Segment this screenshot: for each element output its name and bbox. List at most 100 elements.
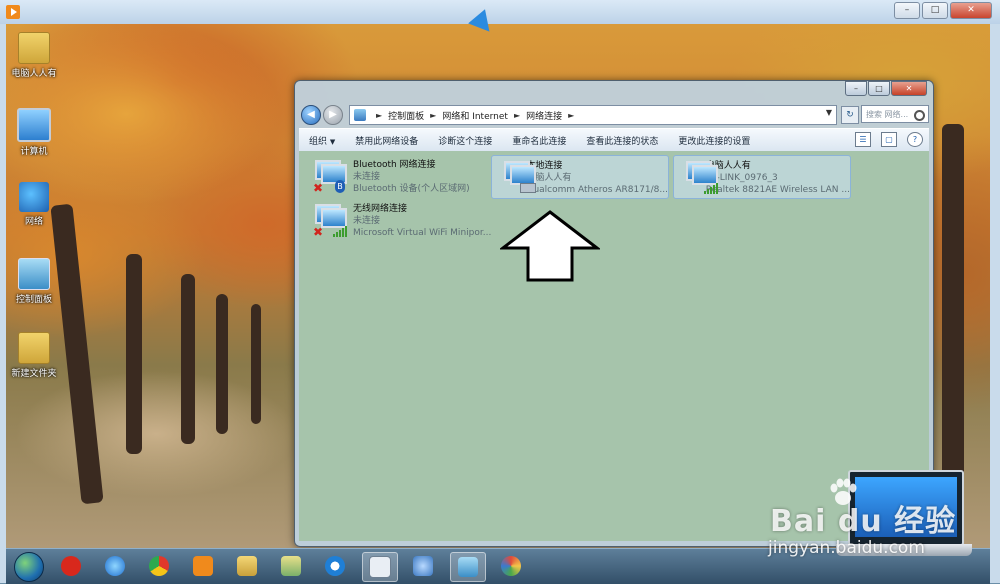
- bluetooth-icon: B: [335, 180, 345, 193]
- control-panel-icon: [458, 557, 478, 577]
- recorder-window: – □ ✕ 电脑人人有 计算机 网络 控制面板 新建文件夹 – □ ✕ ◀ ▶ …: [0, 0, 1000, 584]
- view-options-icon[interactable]: ☰: [855, 132, 871, 147]
- taskbar-app-button[interactable]: [406, 552, 440, 580]
- disconnected-x-icon: ✖: [313, 181, 324, 195]
- taskbar-app-button[interactable]: [450, 552, 486, 582]
- desktop-icon-computer[interactable]: 计算机: [6, 108, 64, 157]
- watermark-brand: Bai du 经验: [770, 504, 957, 539]
- connection-local-area[interactable]: 本地连接 电脑人人有 Qualcomm Atheros AR8171/8...: [491, 155, 669, 199]
- explorer-window-controls: – □ ✕: [845, 81, 927, 96]
- recorder-window-controls: – □ ✕: [894, 2, 992, 19]
- preview-pane-icon[interactable]: ▢: [881, 132, 897, 147]
- maximize-button[interactable]: □: [868, 81, 890, 96]
- taskbar-app-button[interactable]: [54, 552, 88, 580]
- connection-name: 无线网络连接: [353, 204, 408, 214]
- organize-label: 组织: [309, 136, 328, 147]
- folder-icon: [281, 556, 301, 576]
- explorer-titlebar: – □ ✕: [295, 81, 933, 103]
- connection-device: Realtek 8821AE Wireless LAN ...: [705, 185, 850, 195]
- diagnose-button[interactable]: 诊断这个连接: [428, 134, 502, 147]
- close-button[interactable]: ✕: [891, 81, 927, 96]
- document-icon: [369, 556, 391, 578]
- breadcrumb-network-connections[interactable]: 网络连接: [526, 109, 562, 122]
- minimize-button[interactable]: –: [845, 81, 867, 96]
- breadcrumb-separator-icon: ►: [513, 110, 521, 120]
- organize-menu[interactable]: 组织 ▼: [299, 134, 345, 147]
- connection-name: Bluetooth 网络连接: [353, 160, 436, 170]
- desktop-icon-network[interactable]: 网络: [6, 182, 64, 227]
- network-adapter-icon: [684, 159, 718, 195]
- wifi-signal-icon: [704, 183, 718, 194]
- tree-trunk: [181, 274, 195, 444]
- refresh-button[interactable]: ↻: [841, 106, 859, 124]
- desktop-icon-label: 电脑人人有: [11, 69, 57, 79]
- disconnected-x-icon: ✖: [313, 225, 324, 239]
- file-explorer-icon: [237, 556, 257, 576]
- ethernet-cable-icon: [520, 183, 536, 193]
- folder-icon: [18, 332, 50, 364]
- chrome-icon: [149, 556, 169, 576]
- breadcrumb: ► 控制面板 ► 网络和 Internet ► 网络连接 ►: [370, 109, 580, 122]
- breadcrumb-separator-icon: ►: [568, 110, 575, 120]
- internet-explorer-icon: [105, 556, 125, 576]
- browser-icon: [325, 556, 345, 576]
- connection-wireless-active[interactable]: 电脑人人有 TP-LINK_0976_3 Realtek 8821AE Wire…: [673, 155, 851, 199]
- minimize-button[interactable]: –: [894, 2, 920, 19]
- disable-device-button[interactable]: 禁用此网络设备: [345, 134, 428, 147]
- connection-wireless-virtual[interactable]: ✖ 无线网络连接 未连接 Microsoft Virtual WiFi Mini…: [303, 199, 493, 241]
- breadcrumb-control-panel[interactable]: 控制面板: [388, 109, 424, 122]
- watermark-url: jingyan.baidu.com: [768, 538, 925, 558]
- connection-status: 未连接: [353, 216, 381, 226]
- desktop-icon-label: 网络: [24, 217, 43, 227]
- chevron-down-icon[interactable]: ▼: [826, 108, 832, 117]
- taskbar-app-button[interactable]: [362, 552, 398, 582]
- network-globe-icon: [19, 182, 49, 212]
- taskbar-app-button[interactable]: [494, 552, 528, 580]
- tree-trunk: [942, 124, 964, 524]
- network-adapter-icon: ✖: [313, 202, 349, 238]
- breadcrumb-separator-icon: ►: [376, 110, 383, 120]
- folder-icon: [18, 32, 50, 64]
- connection-status: 未连接: [353, 172, 381, 182]
- close-button[interactable]: ✕: [950, 2, 992, 19]
- connection-device: Qualcomm Atheros AR8171/8...: [526, 185, 668, 195]
- taskbar-app-button[interactable]: [230, 552, 264, 580]
- wifi-signal-icon: [333, 226, 347, 237]
- tree-trunk: [216, 294, 228, 434]
- breadcrumb-network-internet[interactable]: 网络和 Internet: [442, 109, 508, 122]
- recorder-app-icon: [6, 5, 20, 19]
- desktop-icon-label: 控制面板: [15, 295, 52, 305]
- search-icon: [914, 110, 925, 121]
- computer-icon: [17, 108, 51, 142]
- connection-name: 本地连接: [526, 161, 563, 171]
- start-button[interactable]: [14, 552, 44, 582]
- desktop-icon-control-panel[interactable]: 控制面板: [6, 258, 64, 305]
- network-adapter-icon: [502, 159, 536, 195]
- breadcrumb-separator-icon: ►: [430, 110, 437, 120]
- change-settings-button[interactable]: 更改此连接的设置: [668, 134, 760, 147]
- command-toolbar: 组织 ▼ 禁用此网络设备 诊断这个连接 重命名此连接 查看此连接的状态 更改此连…: [299, 128, 929, 152]
- address-bar[interactable]: ► 控制面板 ► 网络和 Internet ► 网络连接 ► ▼: [349, 105, 837, 125]
- monitor-icon: [321, 208, 347, 228]
- taskbar-app-button[interactable]: [98, 552, 132, 580]
- forward-button[interactable]: ▶: [323, 105, 343, 125]
- recorder-titlebar: – □ ✕: [0, 0, 1000, 24]
- rename-button[interactable]: 重命名此连接: [502, 134, 576, 147]
- taskbar-app-button[interactable]: [318, 552, 352, 580]
- maximize-button[interactable]: □: [922, 2, 948, 19]
- taskbar-app-button[interactable]: [274, 552, 308, 580]
- network-adapter-icon: ✖ B: [313, 158, 349, 194]
- search-input[interactable]: 搜索 网络...: [861, 105, 929, 123]
- desktop-icon-new-folder[interactable]: 新建文件夹: [6, 332, 64, 379]
- view-status-button[interactable]: 查看此连接的状态: [576, 134, 668, 147]
- search-placeholder: 搜索 网络...: [866, 110, 909, 119]
- taskbar-app-button[interactable]: [186, 552, 220, 580]
- help-icon[interactable]: ?: [907, 132, 923, 147]
- navigation-bar: ◀ ▶ ► 控制面板 ► 网络和 Internet ► 网络连接 ► ▼ ↻ 搜…: [299, 104, 929, 126]
- up-arrow-icon: [500, 210, 600, 282]
- back-button[interactable]: ◀: [301, 105, 321, 125]
- desktop-icon-user-folder[interactable]: 电脑人人有: [6, 32, 64, 79]
- taskbar-app-button[interactable]: [142, 552, 176, 580]
- connection-bluetooth[interactable]: ✖ B Bluetooth 网络连接 未连接 Bluetooth 设备(个人区域…: [303, 155, 493, 197]
- connection-name: 电脑人人有: [705, 161, 751, 171]
